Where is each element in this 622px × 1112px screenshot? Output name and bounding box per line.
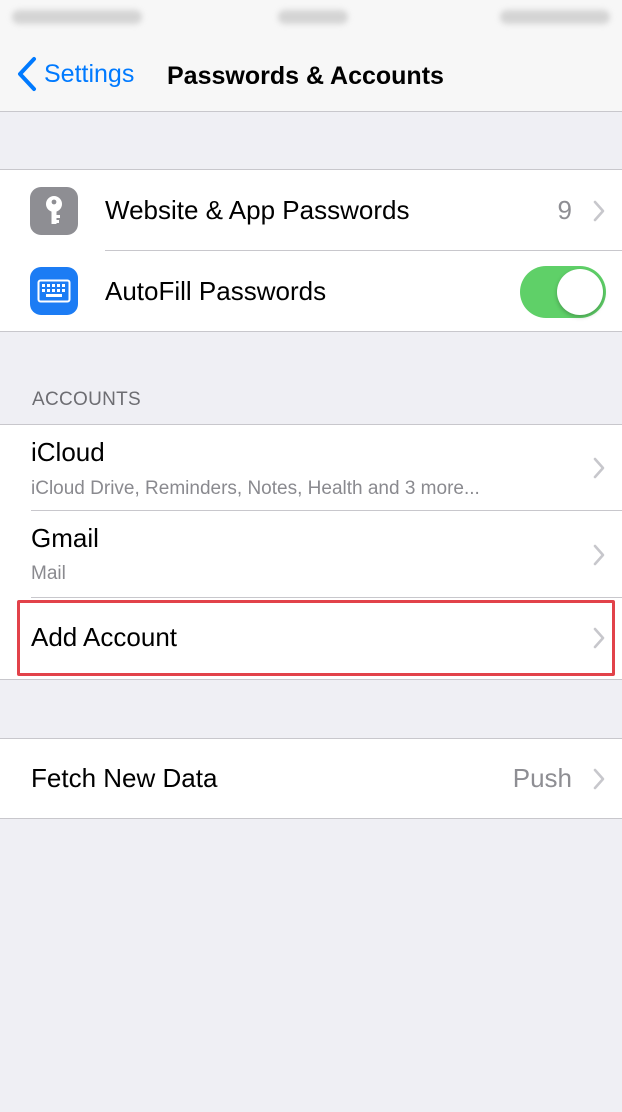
fetch-group: Fetch New Data Push: [0, 738, 622, 819]
chevron-right-icon: [593, 768, 605, 790]
status-bar: [0, 0, 622, 40]
passwords-count: 9: [557, 195, 572, 225]
accounts-group: iCloud iCloud Drive, Reminders, Notes, H…: [0, 424, 622, 680]
keyboard-icon: [30, 267, 78, 315]
key-icon: [30, 187, 78, 235]
website-app-passwords-label: Website & App Passwords: [105, 195, 410, 225]
toggle-knob: [557, 269, 603, 315]
add-account-row[interactable]: Add Account: [0, 598, 622, 679]
battery-indicator: [500, 10, 610, 24]
chevron-right-icon: [593, 544, 605, 566]
autofill-toggle[interactable]: [520, 266, 606, 318]
back-button[interactable]: Settings: [16, 54, 134, 94]
gmail-services: Mail: [31, 563, 66, 584]
autofill-passwords-row: AutoFill Passwords: [0, 251, 622, 332]
passwords-group: Website & App Passwords 9 AutoFill Passw…: [0, 169, 622, 332]
page-title: Passwords & Accounts: [167, 62, 444, 90]
icloud-label: iCloud: [31, 437, 105, 467]
clock: [278, 10, 348, 24]
icloud-services: iCloud Drive, Reminders, Notes, Health a…: [31, 478, 480, 499]
fetch-new-data-value: Push: [512, 763, 572, 793]
chevron-right-icon: [593, 627, 605, 649]
chevron-left-icon: [18, 57, 36, 91]
fetch-new-data-row[interactable]: Fetch New Data Push: [0, 739, 622, 818]
back-label: Settings: [44, 59, 135, 88]
add-account-label: Add Account: [31, 622, 177, 652]
gmail-label: Gmail: [31, 523, 99, 553]
accounts-section-header: ACCOUNTS: [32, 389, 142, 410]
signal-indicator: [12, 10, 142, 24]
icloud-account-row[interactable]: iCloud iCloud Drive, Reminders, Notes, H…: [0, 425, 622, 511]
chevron-right-icon: [593, 457, 605, 479]
chevron-right-icon: [593, 200, 605, 222]
navigation-bar: Settings Passwords & Accounts: [0, 40, 622, 112]
fetch-new-data-label: Fetch New Data: [31, 763, 218, 793]
gmail-account-row[interactable]: Gmail Mail: [0, 511, 622, 598]
website-app-passwords-row[interactable]: Website & App Passwords 9: [0, 170, 622, 251]
autofill-passwords-label: AutoFill Passwords: [105, 276, 327, 306]
